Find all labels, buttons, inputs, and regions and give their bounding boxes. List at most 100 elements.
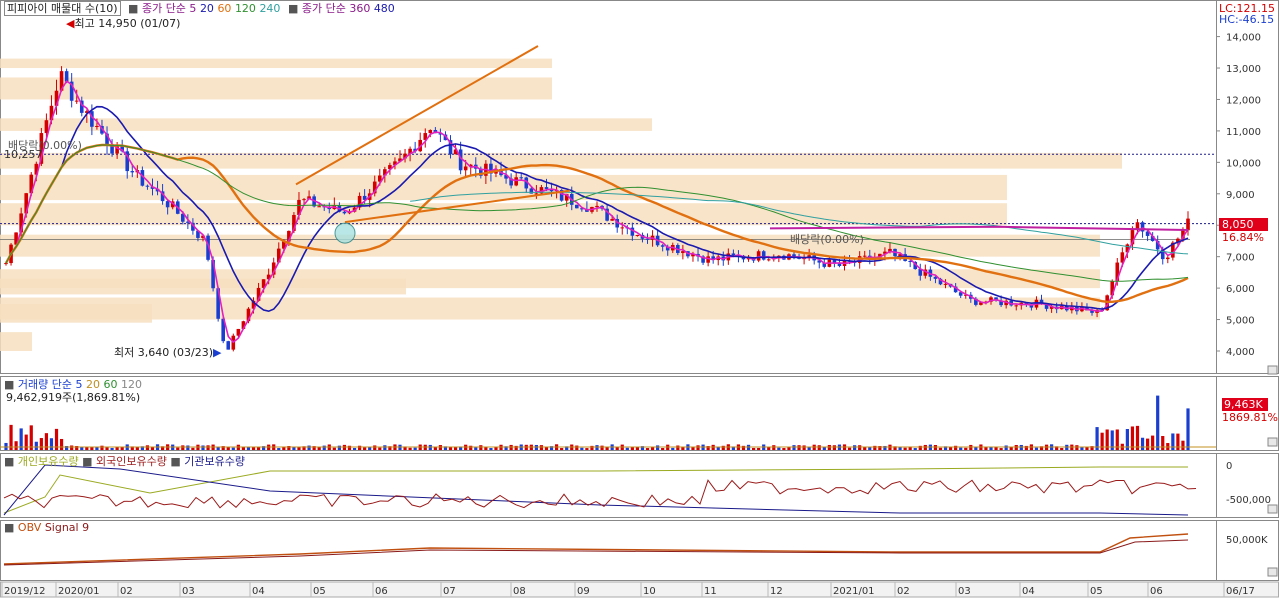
volume-bar bbox=[201, 445, 205, 450]
volume-bar bbox=[751, 447, 756, 450]
volume-bar bbox=[873, 445, 877, 450]
x-tick-label: 03 bbox=[182, 586, 195, 597]
volume-bar bbox=[782, 448, 786, 450]
volume-bar bbox=[903, 447, 907, 450]
volume-bar bbox=[918, 445, 922, 450]
volume-bar bbox=[1145, 438, 1150, 450]
volume-bar bbox=[297, 447, 301, 450]
candle-body bbox=[130, 171, 135, 173]
legend-marker-icon: ■ bbox=[82, 455, 93, 468]
obv-panel bbox=[0, 520, 1279, 581]
low-annotation: 최저 3,640 (03/23)▶ bbox=[114, 346, 222, 359]
sma-legend[interactable]: 종가 단순 5 bbox=[142, 2, 196, 15]
volume-bar bbox=[777, 447, 781, 450]
sma-long-legend[interactable]: 종가 단순 360 bbox=[302, 2, 370, 15]
candle-body bbox=[574, 204, 579, 209]
candle-body bbox=[74, 100, 79, 102]
volume-bar bbox=[231, 447, 235, 450]
stock-legend[interactable]: 피피아이 매물대 수(10) bbox=[4, 1, 121, 16]
y-tick-label: 13,000 bbox=[1226, 64, 1261, 75]
price-legend: 피피아이 매물대 수(10) ■ 종가 단순 5 20 60 120 240 ■… bbox=[4, 1, 395, 16]
x-tick-label: 09 bbox=[577, 586, 590, 597]
x-tick-label: 04 bbox=[1022, 586, 1035, 597]
volume-bar bbox=[469, 445, 473, 450]
volume-bar bbox=[938, 447, 943, 450]
volume-bar bbox=[797, 445, 801, 450]
volume-bar bbox=[772, 445, 776, 450]
volume-profile-band bbox=[0, 77, 552, 100]
legend-marker-icon: ■ bbox=[4, 455, 15, 468]
current-volume-pct: 1869.81% bbox=[1222, 411, 1278, 424]
volume-bar bbox=[277, 448, 281, 450]
candle-body bbox=[943, 283, 948, 285]
x-tick-label: 07 bbox=[443, 586, 456, 597]
volume-bar bbox=[635, 447, 640, 450]
volume-bar bbox=[757, 447, 761, 450]
volume-bar bbox=[605, 447, 609, 450]
x-tick-label: 03 bbox=[958, 586, 971, 597]
panel-resize-button bbox=[1267, 504, 1278, 514]
volume-bar bbox=[741, 445, 746, 450]
volume-bar bbox=[145, 445, 150, 450]
chart-canvas[interactable]: 4,0005,0006,0007,0008,0009,00010,00011,0… bbox=[0, 0, 1280, 599]
volume-bar bbox=[1161, 435, 1165, 450]
volume-bar bbox=[802, 445, 806, 450]
x-tick-label: 06/17 bbox=[1226, 586, 1255, 597]
candle-body bbox=[1014, 305, 1019, 307]
volume-bar bbox=[85, 447, 89, 450]
candle-body bbox=[731, 253, 736, 256]
flow-legend: ■ 개인보유수량 ■ 외국인보유수량 ■ 기관보유수량 bbox=[4, 455, 246, 468]
volume-bar bbox=[984, 447, 988, 450]
y-tick-label: 6,000 bbox=[1226, 284, 1255, 295]
volume-bar bbox=[1135, 425, 1140, 450]
candle-body bbox=[544, 187, 549, 189]
high-annotation: ◀최고 14,950 (01/07) bbox=[66, 17, 181, 30]
volume-bar bbox=[176, 447, 180, 450]
volume-bar bbox=[95, 447, 99, 450]
candle-body bbox=[595, 205, 599, 207]
candle-body bbox=[95, 125, 99, 127]
candle-body bbox=[519, 177, 524, 179]
volume-bar bbox=[474, 447, 478, 450]
sma-period-240: 240 bbox=[259, 2, 281, 15]
x-tick-label: 2019/12 bbox=[4, 586, 46, 597]
volume-bar bbox=[560, 448, 564, 450]
volume-bar bbox=[1140, 437, 1145, 450]
volume-profile-band bbox=[0, 234, 1100, 257]
volume-panel bbox=[0, 376, 1279, 451]
volume-bar bbox=[933, 445, 938, 450]
volume-bar bbox=[954, 445, 958, 450]
legend-marker-icon: ■ bbox=[128, 2, 139, 15]
y-tick-label: 10,000 bbox=[1226, 158, 1261, 169]
x-tick-label: 11 bbox=[704, 586, 717, 597]
volume-bar bbox=[832, 445, 837, 450]
volume-bar bbox=[332, 447, 336, 450]
current-volume-badge: 9,463K bbox=[1222, 398, 1268, 411]
candle-body bbox=[514, 177, 518, 186]
volume-bar bbox=[1186, 408, 1190, 450]
x-tick-label: 05 bbox=[1090, 586, 1103, 597]
volume-bar bbox=[357, 445, 362, 450]
volume-bar bbox=[80, 447, 84, 450]
volume-bar bbox=[34, 441, 38, 450]
candle-body bbox=[610, 218, 614, 221]
panel-resize-button bbox=[1267, 437, 1278, 447]
volume-bar bbox=[105, 447, 109, 450]
candle-body bbox=[645, 238, 650, 240]
volume-bar bbox=[489, 448, 493, 450]
candle-body bbox=[761, 251, 766, 260]
candle-body bbox=[165, 201, 170, 208]
candle-body bbox=[766, 259, 771, 261]
x-tick-label: 04 bbox=[252, 586, 265, 597]
stock-chart-window: 4,0005,0006,0007,0008,0009,00010,00011,0… bbox=[0, 0, 1280, 599]
candle-body bbox=[620, 227, 625, 229]
volume-profile-band bbox=[0, 297, 1100, 320]
volume-bar bbox=[948, 447, 953, 450]
volume-bar bbox=[696, 445, 700, 450]
y-tick-label: 11,000 bbox=[1226, 127, 1261, 138]
volume-legend: ■ 거래량 단순 5 20 60 120 bbox=[4, 378, 142, 391]
candle-body bbox=[660, 245, 665, 247]
y-tick-label: 5,000 bbox=[1226, 316, 1255, 327]
volume-bar bbox=[241, 447, 246, 450]
volume-bar bbox=[822, 447, 826, 450]
